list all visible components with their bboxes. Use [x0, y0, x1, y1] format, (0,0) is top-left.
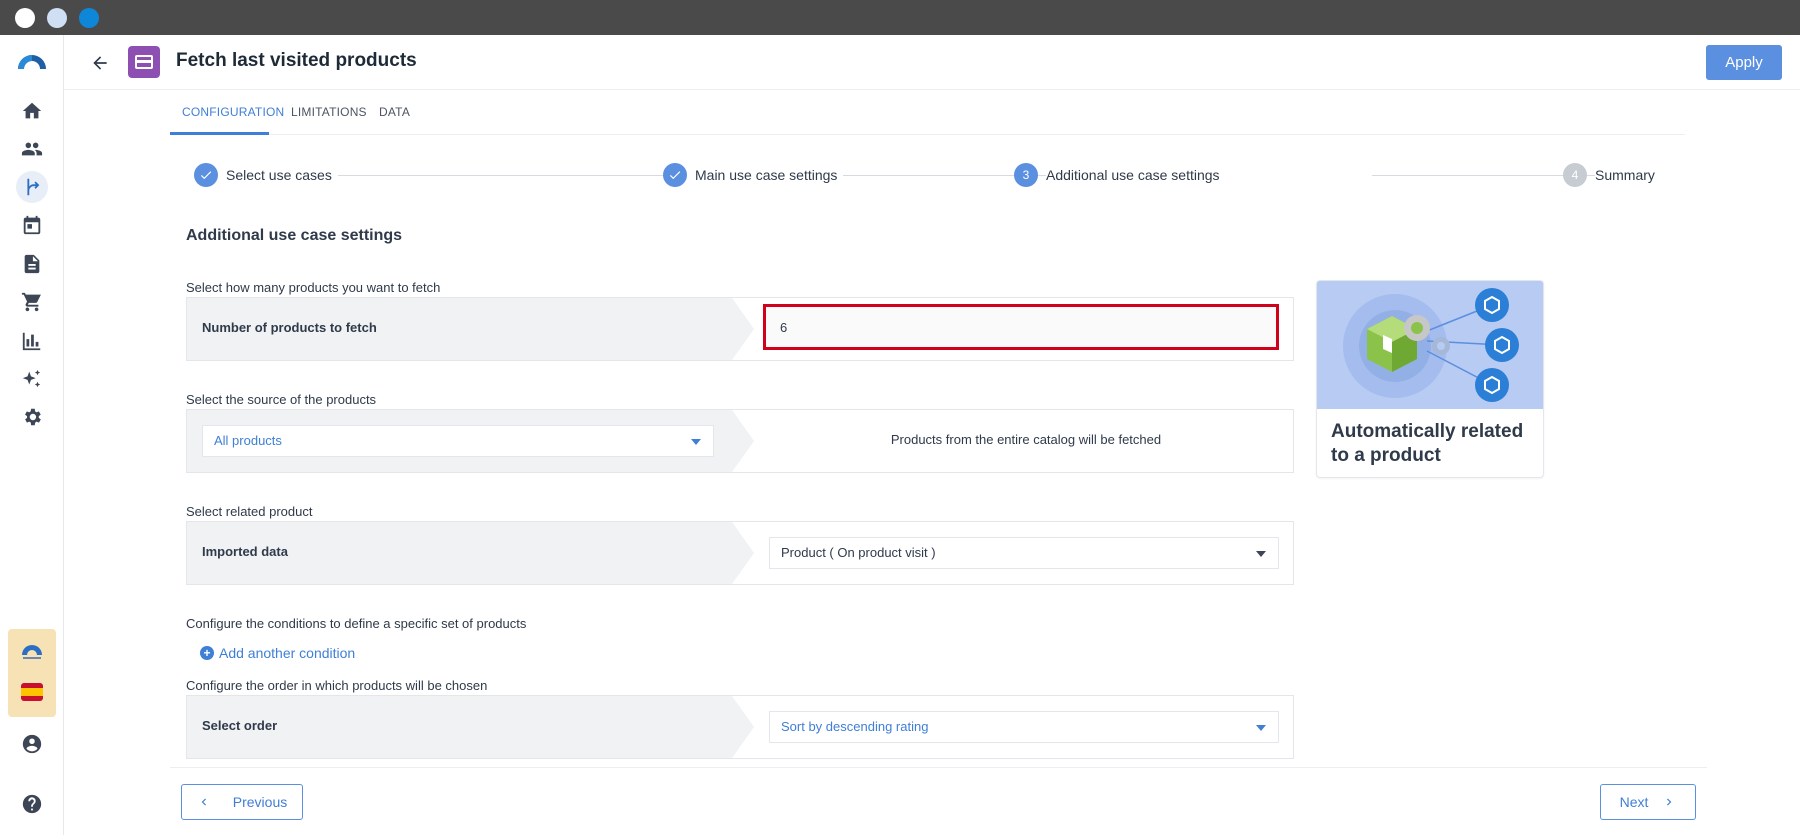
fetch-count-input[interactable] — [763, 304, 1279, 350]
related-product-select[interactable]: Product ( On product visit ) — [769, 537, 1279, 569]
workspace-switcher[interactable] — [8, 629, 56, 717]
node-type-icon — [128, 46, 160, 78]
order-row: Select order Sort by descending rating — [186, 695, 1294, 759]
related-row: Imported data Product ( On product visit… — [186, 521, 1294, 585]
order-label: Configure the order in which products wi… — [186, 678, 488, 693]
page-header: Fetch last visited products Apply — [64, 35, 1800, 90]
fetch-count-row-label: Number of products to fetch — [202, 320, 377, 335]
related-label: Select related product — [186, 504, 313, 519]
conditions-label: Configure the conditions to define a spe… — [186, 616, 527, 631]
order-select[interactable]: Sort by descending rating — [769, 711, 1279, 743]
apply-button[interactable]: Apply — [1706, 45, 1782, 80]
plus-icon: + — [200, 646, 214, 660]
step-additional-use-case-settings[interactable]: 3 Additional use case settings — [1014, 163, 1226, 187]
sidebar — [0, 35, 64, 835]
related-products-illustration — [1317, 281, 1543, 409]
source-row: All products Products from the entire ca… — [186, 409, 1294, 473]
use-case-info-card: Automatically related to a product — [1316, 280, 1544, 478]
info-card-caption: Automatically related to a product — [1331, 421, 1524, 466]
tab-configuration[interactable]: CONFIGURATION — [170, 91, 284, 135]
chevron-down-icon — [1256, 551, 1266, 557]
tab-data[interactable]: DATA — [379, 91, 410, 135]
source-info-text: Products from the entire catalog will be… — [890, 432, 1162, 447]
workflow-icon[interactable] — [16, 171, 48, 203]
source-select[interactable]: All products — [202, 425, 714, 457]
chevron-down-icon — [1256, 725, 1266, 731]
window-titlebar — [0, 0, 1800, 35]
step-number: 4 — [1563, 163, 1587, 187]
close-window-button[interactable] — [15, 8, 35, 28]
people-icon[interactable] — [16, 133, 48, 165]
bar-chart-icon[interactable] — [16, 325, 48, 357]
document-icon[interactable] — [16, 248, 48, 280]
add-condition-button[interactable]: + Add another condition — [200, 645, 355, 661]
page-title: Fetch last visited products — [176, 50, 417, 71]
next-button[interactable]: Next — [1600, 784, 1696, 820]
app-window: Fetch last visited products Apply CONFIG… — [0, 35, 1800, 835]
account-icon[interactable] — [16, 728, 48, 760]
minimize-window-button[interactable] — [47, 8, 67, 28]
step-select-use-cases[interactable]: Select use cases — [194, 163, 338, 187]
footer-divider — [170, 767, 1707, 768]
spain-flag-icon — [21, 683, 43, 701]
tab-limitations[interactable]: LIMITATIONS — [291, 91, 367, 135]
maximize-window-button[interactable] — [79, 8, 99, 28]
check-icon — [663, 163, 687, 187]
sparkle-icon[interactable] — [16, 363, 48, 395]
fetch-count-label: Select how many products you want to fet… — [186, 280, 441, 295]
stepper: Select use cases Main use case settings … — [194, 163, 1661, 189]
fetch-count-row: Number of products to fetch — [186, 297, 1294, 361]
app-logo-icon[interactable] — [16, 51, 48, 71]
step-main-use-case-settings[interactable]: Main use case settings — [663, 163, 844, 187]
step-number: 3 — [1014, 163, 1038, 187]
back-button[interactable] — [84, 47, 116, 79]
chevron-down-icon — [691, 439, 701, 445]
step-summary[interactable]: 4 Summary — [1563, 163, 1661, 187]
chevron-left-icon — [201, 798, 206, 806]
home-icon[interactable] — [16, 95, 48, 127]
previous-button[interactable]: Previous — [181, 784, 303, 820]
order-row-label: Select order — [202, 718, 278, 733]
chevron-right-icon — [1667, 798, 1672, 806]
tab-bar: CONFIGURATION LIMITATIONS DATA — [170, 91, 1685, 135]
section-title: Additional use case settings — [186, 227, 403, 244]
help-icon[interactable] — [16, 788, 48, 820]
gear-icon[interactable] — [16, 401, 48, 433]
cart-icon[interactable] — [16, 286, 48, 318]
workspace-logo-icon — [22, 645, 42, 659]
check-icon — [194, 163, 218, 187]
calendar-icon[interactable] — [16, 209, 48, 241]
related-row-label: Imported data — [202, 544, 288, 559]
arrow-left-icon — [93, 56, 107, 70]
source-label: Select the source of the products — [186, 392, 377, 407]
